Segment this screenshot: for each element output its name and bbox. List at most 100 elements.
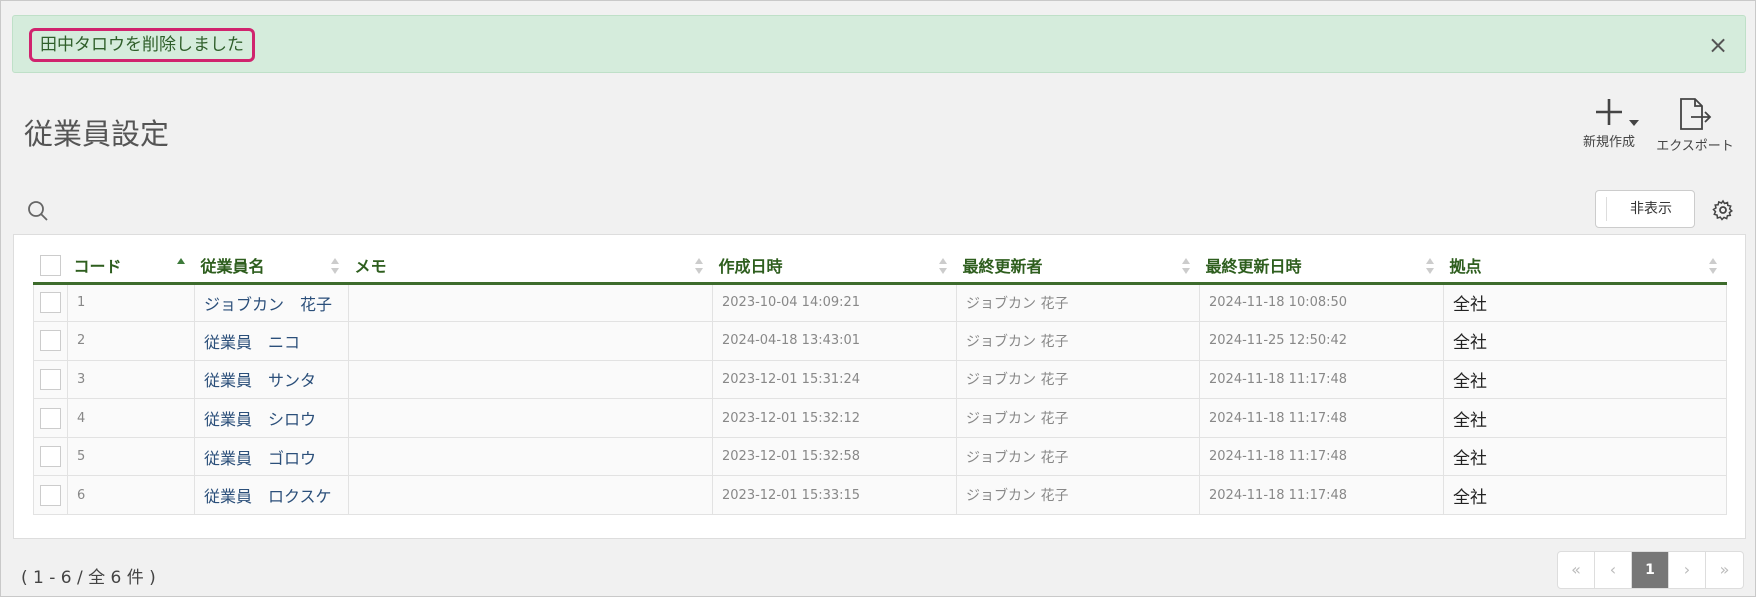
base-cell: 全社 bbox=[1443, 436, 1727, 477]
created-cell: 2023-12-01 15:31:24 bbox=[712, 359, 957, 400]
column-header-label: 最終更新者 bbox=[962, 257, 1043, 277]
row-select-cell bbox=[33, 475, 68, 516]
code-cell: 3 bbox=[67, 359, 195, 400]
close-icon[interactable]: × bbox=[1705, 32, 1731, 58]
base-cell: 全社 bbox=[1443, 359, 1727, 400]
updater-cell: ジョブカン 花子 bbox=[956, 282, 1200, 323]
column-header-label: コード bbox=[73, 257, 122, 277]
select-all-checkbox[interactable] bbox=[39, 254, 61, 276]
code-cell: 2 bbox=[67, 321, 195, 361]
notification-banner: 田中タロウを削除しました × bbox=[12, 15, 1746, 73]
sort-icon[interactable] bbox=[1708, 258, 1717, 274]
memo-cell bbox=[348, 282, 713, 323]
updated-cell: 2024-11-18 11:17:48 bbox=[1199, 398, 1444, 438]
employee-name-link[interactable]: 従業員 ゴロウ bbox=[194, 436, 349, 477]
new-button[interactable]: 新規作成 bbox=[1561, 97, 1657, 150]
row-checkbox[interactable] bbox=[40, 330, 61, 352]
page-title: 従業員設定 bbox=[24, 117, 170, 151]
code-cell: 6 bbox=[67, 475, 195, 516]
next-page-button[interactable]: › bbox=[1669, 552, 1706, 588]
employee-name-link[interactable]: 従業員 シロウ bbox=[194, 398, 349, 438]
pagination: « ‹ 1 › » bbox=[1557, 551, 1744, 589]
code-cell: 5 bbox=[67, 436, 195, 477]
sort-icon[interactable] bbox=[330, 258, 339, 274]
sort-icon[interactable] bbox=[938, 258, 947, 274]
base-cell: 全社 bbox=[1443, 475, 1727, 516]
column-header-updated[interactable]: 最終更新日時 bbox=[1199, 249, 1444, 285]
sort-icon[interactable] bbox=[1181, 258, 1190, 274]
table-row[interactable]: 3 従業員 サンタ 2023-12-01 15:31:24 ジョブカン 花子 2… bbox=[33, 359, 1727, 400]
updater-cell: ジョブカン 花子 bbox=[956, 321, 1200, 361]
column-header-label: 最終更新日時 bbox=[1205, 257, 1302, 277]
sort-asc-icon[interactable] bbox=[176, 258, 185, 274]
created-cell: 2023-10-04 14:09:21 bbox=[712, 282, 957, 323]
created-cell: 2024-04-18 13:43:01 bbox=[712, 321, 957, 361]
row-select-cell bbox=[33, 282, 68, 323]
search-icon[interactable] bbox=[27, 200, 49, 222]
table-row[interactable]: 2 従業員 ニコ 2024-04-18 13:43:01 ジョブカン 花子 20… bbox=[33, 321, 1727, 361]
row-checkbox[interactable] bbox=[40, 368, 61, 390]
updater-cell: ジョブカン 花子 bbox=[956, 475, 1200, 516]
prev-page-button[interactable]: ‹ bbox=[1595, 552, 1632, 588]
column-header-created[interactable]: 作成日時 bbox=[712, 249, 957, 285]
table-header-row: コード 従業員名 メモ 作成日時 最終更新者 最終更新日時 拠点 bbox=[33, 249, 1727, 285]
gear-icon[interactable] bbox=[1712, 199, 1734, 221]
updated-cell: 2024-11-18 11:17:48 bbox=[1199, 359, 1444, 400]
hide-button[interactable]: 非表示 bbox=[1595, 190, 1695, 228]
employee-table-panel: コード 従業員名 メモ 作成日時 最終更新者 最終更新日時 拠点 1 ジョブカン… bbox=[13, 234, 1746, 539]
memo-cell bbox=[348, 359, 713, 400]
base-cell: 全社 bbox=[1443, 398, 1727, 438]
row-select-cell bbox=[33, 436, 68, 477]
employee-table: コード 従業員名 メモ 作成日時 最終更新者 最終更新日時 拠点 1 ジョブカン… bbox=[33, 249, 1727, 516]
row-checkbox[interactable] bbox=[40, 446, 61, 468]
memo-cell bbox=[348, 321, 713, 361]
updated-cell: 2024-11-25 12:50:42 bbox=[1199, 321, 1444, 361]
row-select-cell bbox=[33, 359, 68, 400]
updater-cell: ジョブカン 花子 bbox=[956, 436, 1200, 477]
column-header-code[interactable]: コード bbox=[67, 249, 195, 285]
column-header-label: 拠点 bbox=[1449, 257, 1482, 277]
created-cell: 2023-12-01 15:32:12 bbox=[712, 398, 957, 438]
current-page-button[interactable]: 1 bbox=[1632, 552, 1669, 588]
row-select-cell bbox=[33, 398, 68, 438]
column-header-label: 従業員名 bbox=[200, 257, 265, 277]
plus-icon bbox=[1596, 99, 1622, 125]
updater-cell: ジョブカン 花子 bbox=[956, 398, 1200, 438]
sort-icon[interactable] bbox=[1425, 258, 1434, 274]
table-row[interactable]: 4 従業員 シロウ 2023-12-01 15:32:12 ジョブカン 花子 2… bbox=[33, 398, 1727, 438]
column-header-memo[interactable]: メモ bbox=[348, 249, 713, 285]
updated-cell: 2024-11-18 11:17:48 bbox=[1199, 475, 1444, 516]
export-button-label: エクスポート bbox=[1656, 139, 1734, 154]
chevron-down-icon[interactable] bbox=[1629, 120, 1639, 126]
table-row[interactable]: 5 従業員 ゴロウ 2023-12-01 15:32:58 ジョブカン 花子 2… bbox=[33, 436, 1727, 477]
column-header-label: メモ bbox=[354, 257, 387, 277]
employee-name-link[interactable]: 従業員 ニコ bbox=[194, 321, 349, 361]
row-checkbox[interactable] bbox=[40, 407, 61, 429]
notification-message: 田中タロウを削除しました bbox=[29, 28, 255, 62]
row-checkbox[interactable] bbox=[40, 292, 61, 314]
table-row[interactable]: 6 従業員 ロクスケ 2023-12-01 15:33:15 ジョブカン 花子 … bbox=[33, 475, 1727, 516]
first-page-button[interactable]: « bbox=[1558, 552, 1595, 588]
base-cell: 全社 bbox=[1443, 282, 1727, 323]
code-cell: 1 bbox=[67, 282, 195, 323]
updated-cell: 2024-11-18 10:08:50 bbox=[1199, 282, 1444, 323]
updater-cell: ジョブカン 花子 bbox=[956, 359, 1200, 400]
table-row[interactable]: 1 ジョブカン 花子 2023-10-04 14:09:21 ジョブカン 花子 … bbox=[33, 282, 1727, 323]
export-button[interactable]: エクスポート bbox=[1647, 97, 1743, 154]
employee-name-link[interactable]: ジョブカン 花子 bbox=[194, 282, 349, 323]
memo-cell bbox=[348, 436, 713, 477]
column-header-updater[interactable]: 最終更新者 bbox=[956, 249, 1200, 285]
column-header-name[interactable]: 従業員名 bbox=[194, 249, 349, 285]
memo-cell bbox=[348, 475, 713, 516]
column-header-label: 作成日時 bbox=[718, 257, 783, 277]
export-icon bbox=[1680, 98, 1712, 130]
employee-name-link[interactable]: 従業員 サンタ bbox=[194, 359, 349, 400]
sort-icon[interactable] bbox=[694, 258, 703, 274]
last-page-button[interactable]: » bbox=[1706, 552, 1743, 588]
created-cell: 2023-12-01 15:33:15 bbox=[712, 475, 957, 516]
row-checkbox[interactable] bbox=[40, 484, 61, 506]
new-button-label: 新規作成 bbox=[1582, 135, 1635, 150]
memo-cell bbox=[348, 398, 713, 438]
employee-name-link[interactable]: 従業員 ロクスケ bbox=[194, 475, 349, 516]
column-header-base[interactable]: 拠点 bbox=[1443, 249, 1727, 285]
